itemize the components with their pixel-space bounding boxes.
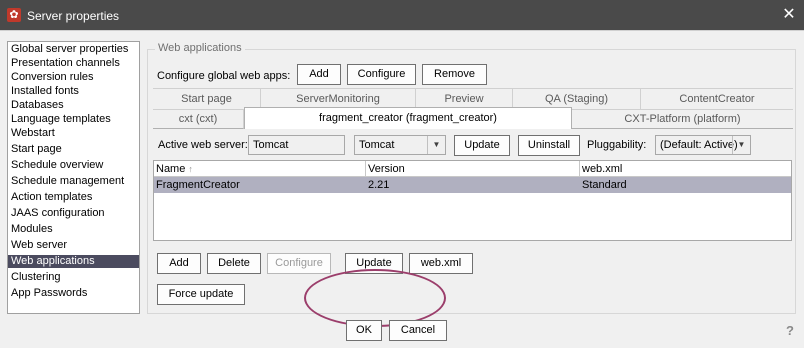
sidebar-item-global-server-properties[interactable]: Global server properties	[8, 43, 139, 56]
tab-contentcreator[interactable]: ContentCreator	[641, 89, 793, 109]
active-web-server-field: Tomcat	[248, 135, 345, 155]
tab-cxt[interactable]: cxt (cxt)	[153, 109, 244, 129]
dialog-body: Global server properties Presentation ch…	[0, 30, 804, 348]
sidebar-item-language-templates[interactable]: Language templates	[8, 113, 139, 126]
help-icon[interactable]: ?	[786, 323, 800, 339]
app-configure-button[interactable]: Configure	[267, 253, 331, 274]
sidebar-item-schedule-overview[interactable]: Schedule overview	[8, 159, 139, 172]
group-title: Web applications	[155, 42, 245, 54]
tab-fragment-creator[interactable]: fragment_creator (fragment_creator)	[244, 107, 572, 129]
tab-server-monitoring[interactable]: ServerMonitoring	[261, 89, 416, 109]
sidebar-item-schedule-management[interactable]: Schedule management	[8, 175, 139, 188]
pluggability-select-value: (Default: Active)	[660, 139, 738, 151]
pluggability-select[interactable]: (Default: Active) ▼	[655, 135, 751, 155]
tab-preview[interactable]: Preview	[416, 89, 513, 109]
sidebar-item-jaas-configuration[interactable]: JAAS configuration	[8, 207, 139, 220]
app-delete-button[interactable]: Delete	[207, 253, 261, 274]
chevron-down-icon: ▼	[732, 136, 750, 154]
sidebar-item-conversion-rules[interactable]: Conversion rules	[8, 71, 139, 84]
sidebar-item-presentation-channels[interactable]: Presentation channels	[8, 57, 139, 70]
column-header-webxml[interactable]: web.xml	[580, 161, 791, 177]
sidebar-item-web-applications[interactable]: Web applications	[8, 255, 139, 268]
sidebar-item-app-passwords[interactable]: App Passwords	[8, 287, 139, 300]
column-header-name[interactable]: Name ↑	[154, 161, 366, 177]
active-web-server-label: Active web server:	[158, 139, 248, 151]
gear-icon: ✿	[7, 8, 21, 22]
sidebar-item-start-page[interactable]: Start page	[8, 143, 139, 156]
configure-global-label: Configure global web apps:	[157, 70, 291, 82]
app-update-button[interactable]: Update	[345, 253, 403, 274]
sidebar-item-action-templates[interactable]: Action templates	[8, 191, 139, 204]
sidebar-item-web-server[interactable]: Web server	[8, 239, 139, 252]
column-header-name-label: Name	[156, 163, 186, 175]
web-server-select[interactable]: Tomcat ▼	[354, 135, 446, 155]
global-remove-button[interactable]: Remove	[422, 64, 487, 85]
window-title: Server properties	[27, 9, 120, 23]
sidebar-item-clustering[interactable]: Clustering	[8, 271, 139, 284]
server-update-button[interactable]: Update	[454, 135, 510, 156]
tab-start-page[interactable]: Start page	[153, 89, 261, 109]
pluggability-label: Pluggability:	[587, 139, 647, 151]
uninstall-button[interactable]: Uninstall	[518, 135, 580, 156]
webapps-table: Name ↑ Version web.xml FragmentCreator 2…	[153, 160, 792, 241]
ok-button[interactable]: OK	[346, 320, 382, 341]
global-configure-button[interactable]: Configure	[347, 64, 416, 85]
cell-version: 2.21	[366, 177, 580, 193]
sidebar-item-databases[interactable]: Databases	[8, 99, 139, 112]
tab-cxt-platform[interactable]: CXT-Platform (platform)	[572, 109, 793, 129]
global-add-button[interactable]: Add	[297, 64, 341, 85]
tab-qa-staging[interactable]: QA (Staging)	[513, 89, 641, 109]
column-header-version[interactable]: Version	[366, 161, 580, 177]
sidebar-list[interactable]: Global server properties Presentation ch…	[7, 41, 140, 314]
title-bar: ✿ Server properties ✕	[0, 0, 804, 30]
close-button[interactable]: ✕	[774, 0, 804, 30]
app-add-button[interactable]: Add	[157, 253, 201, 274]
sidebar-item-installed-fonts[interactable]: Installed fonts	[8, 85, 139, 98]
cell-webxml: Standard	[580, 177, 791, 193]
chevron-down-icon: ▼	[427, 136, 445, 154]
app-webxml-button[interactable]: web.xml	[409, 253, 473, 274]
web-server-select-value: Tomcat	[359, 139, 395, 151]
cancel-button[interactable]: Cancel	[389, 320, 447, 341]
sidebar-item-modules[interactable]: Modules	[8, 223, 139, 236]
sort-arrow-icon: ↑	[188, 164, 193, 174]
cell-name: FragmentCreator	[154, 177, 366, 193]
sidebar-item-webstart[interactable]: Webstart	[8, 127, 139, 140]
force-update-button[interactable]: Force update	[157, 284, 245, 305]
